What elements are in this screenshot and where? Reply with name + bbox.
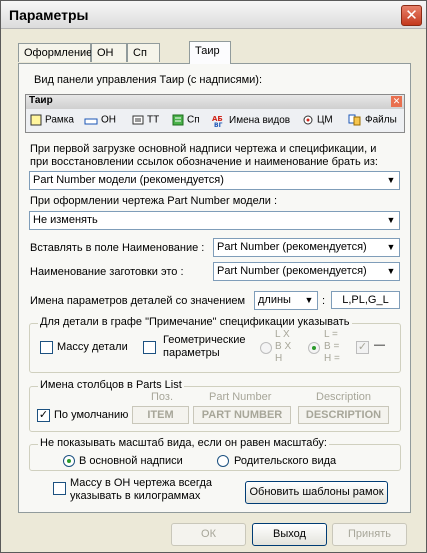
first-load-select[interactable]: Part Number модели (рекомендуется) ▼ (29, 171, 400, 190)
tab-oformlenie[interactable]: Оформление (18, 43, 93, 62)
dash-label: — (374, 339, 385, 351)
colon-separator: : (322, 295, 326, 307)
format-x-line2: B X (275, 341, 292, 352)
toolbar-item-view-names: АБ ВГ Имена видов (212, 115, 291, 127)
col-pn-header: Part Number (209, 391, 272, 403)
blank-name-select[interactable]: Part Number (рекомендуется) ▼ (213, 262, 400, 281)
group-title: Не показывать масштаб вида, если он раве… (38, 437, 329, 449)
toolbar-item-frame: Рамка (30, 114, 74, 126)
col-desc-header: Description (316, 391, 372, 403)
group-title: Имена столбцов в Parts List (38, 379, 184, 391)
mass-label: Массу детали (57, 341, 128, 353)
frame-icon (30, 114, 42, 126)
insert-name-select[interactable]: Part Number (рекомендуется) ▼ (213, 238, 400, 257)
description-field[interactable]: DESCRIPTION (298, 406, 389, 424)
select-value: Part Number (рекомендуется) (217, 241, 367, 253)
tab-label: Таир (195, 45, 220, 57)
toolbar-title: Таир ✕ (26, 95, 404, 109)
chevron-down-icon: ▼ (383, 172, 399, 189)
format-eq-line1: L = (324, 329, 338, 340)
title-bar: Параметры ✕ (1, 1, 426, 29)
toolbar-item-sp: Сп (172, 114, 200, 126)
drawing-pn-select[interactable]: Не изменять ▼ (29, 211, 400, 230)
view-names-icon: АБВГ (212, 115, 223, 127)
first-load-label-1: При первой загрузке основной надписи чер… (30, 143, 377, 155)
param-names-input[interactable]: L,PL,G_L (331, 291, 400, 309)
toolbar-item-files: Файлы (348, 114, 397, 126)
format-x-line1: L X (275, 329, 290, 340)
item-field[interactable]: ITEM (132, 406, 189, 424)
group-title: Для детали в графе "Примечание" специфик… (38, 316, 352, 328)
dash-checkbox[interactable]: ✓ (356, 341, 369, 354)
toolbar-close-icon: ✕ (391, 96, 402, 107)
param-unit-select[interactable]: длины ▼ (254, 291, 318, 310)
chevron-down-icon: ▼ (383, 212, 399, 229)
window-title: Параметры (9, 7, 89, 23)
mass-checkbox[interactable] (40, 341, 53, 354)
select-value: Не изменять (33, 214, 98, 226)
tab-label: Оформление (24, 47, 93, 59)
tab-label: Сп (133, 47, 147, 59)
format-x-line3: H (275, 353, 283, 364)
select-value: длины (258, 294, 291, 306)
tab-tair[interactable]: Таир (189, 41, 231, 64)
panel-view-label: Вид панели управления Таир (с надписями)… (34, 74, 263, 86)
files-icon (348, 114, 361, 126)
first-load-label-2: при восстановлении ссылок обозначение и … (30, 156, 378, 168)
toolbar-item-on: ОН (84, 114, 116, 126)
tair-toolbar-preview: Таир ✕ Рамка ОН ТТ Сп АБ ВГ Имена видов ЦМ… (25, 94, 405, 133)
close-button[interactable]: ✕ (401, 5, 422, 26)
format-eq-radio[interactable] (308, 342, 320, 354)
format-eq-line2: B = (324, 341, 340, 352)
geom-label-2: параметры (163, 347, 220, 359)
toolbar-item-tt: ТТ (132, 114, 159, 126)
tab-on[interactable]: ОН (91, 43, 127, 62)
blank-name-label: Наименование заготовки это : (30, 266, 184, 278)
default-columns-checkbox[interactable]: ✓ (37, 409, 50, 422)
drawing-pn-label: При оформлении чертежа Part Number модел… (30, 195, 278, 207)
tech-requirements-icon (132, 115, 144, 125)
spec-icon (172, 114, 184, 126)
format-eq-line3: H = (324, 353, 340, 364)
svg-text:ВГ: ВГ (214, 122, 223, 127)
chevron-down-icon: ▼ (301, 292, 317, 309)
col-pos-header: Поз. (151, 391, 173, 403)
scale-main-label: В основной надписи (79, 455, 183, 467)
select-value: Part Number модели (рекомендуется) (33, 174, 224, 186)
default-columns-label: По умолчанию (54, 409, 129, 421)
scale-parent-radio[interactable] (217, 455, 229, 467)
select-value: Part Number (рекомендуется) (217, 265, 367, 277)
update-templates-button[interactable]: Обновить шаблоны рамок (245, 481, 388, 504)
format-x-radio[interactable] (260, 342, 272, 354)
ok-button[interactable]: ОК (171, 523, 246, 546)
tab-sp[interactable]: Сп (127, 43, 160, 62)
title-block-icon (84, 118, 98, 125)
chevron-down-icon: ▼ (383, 239, 399, 256)
chevron-down-icon: ▼ (383, 263, 399, 280)
insert-name-label: Вставлять в поле Наименование : (30, 242, 205, 254)
exit-button[interactable]: Выход (252, 523, 327, 546)
geom-label-1: Геометрические (163, 334, 246, 346)
mass-kg-label-2: указывать в килограммах (70, 490, 201, 502)
scale-main-radio[interactable] (63, 455, 75, 467)
scale-parent-label: Родительского вида (234, 455, 337, 467)
toolbar-item-cm: ЦМ (302, 114, 333, 126)
mass-kg-checkbox[interactable] (53, 482, 66, 495)
apply-button[interactable]: Принять (332, 523, 407, 546)
param-names-label: Имена параметров деталей со значением (30, 295, 246, 307)
center-mass-icon (303, 115, 313, 125)
geom-checkbox[interactable] (143, 341, 156, 354)
part-number-field[interactable]: PART NUMBER (193, 406, 291, 424)
tab-label: ОН (97, 47, 114, 59)
dialog-window: Параметры ✕ Оформление ОН Сп Таир Вид па… (0, 0, 427, 553)
mass-kg-label-1: Массу в ОН чертежа всегда (70, 477, 212, 489)
